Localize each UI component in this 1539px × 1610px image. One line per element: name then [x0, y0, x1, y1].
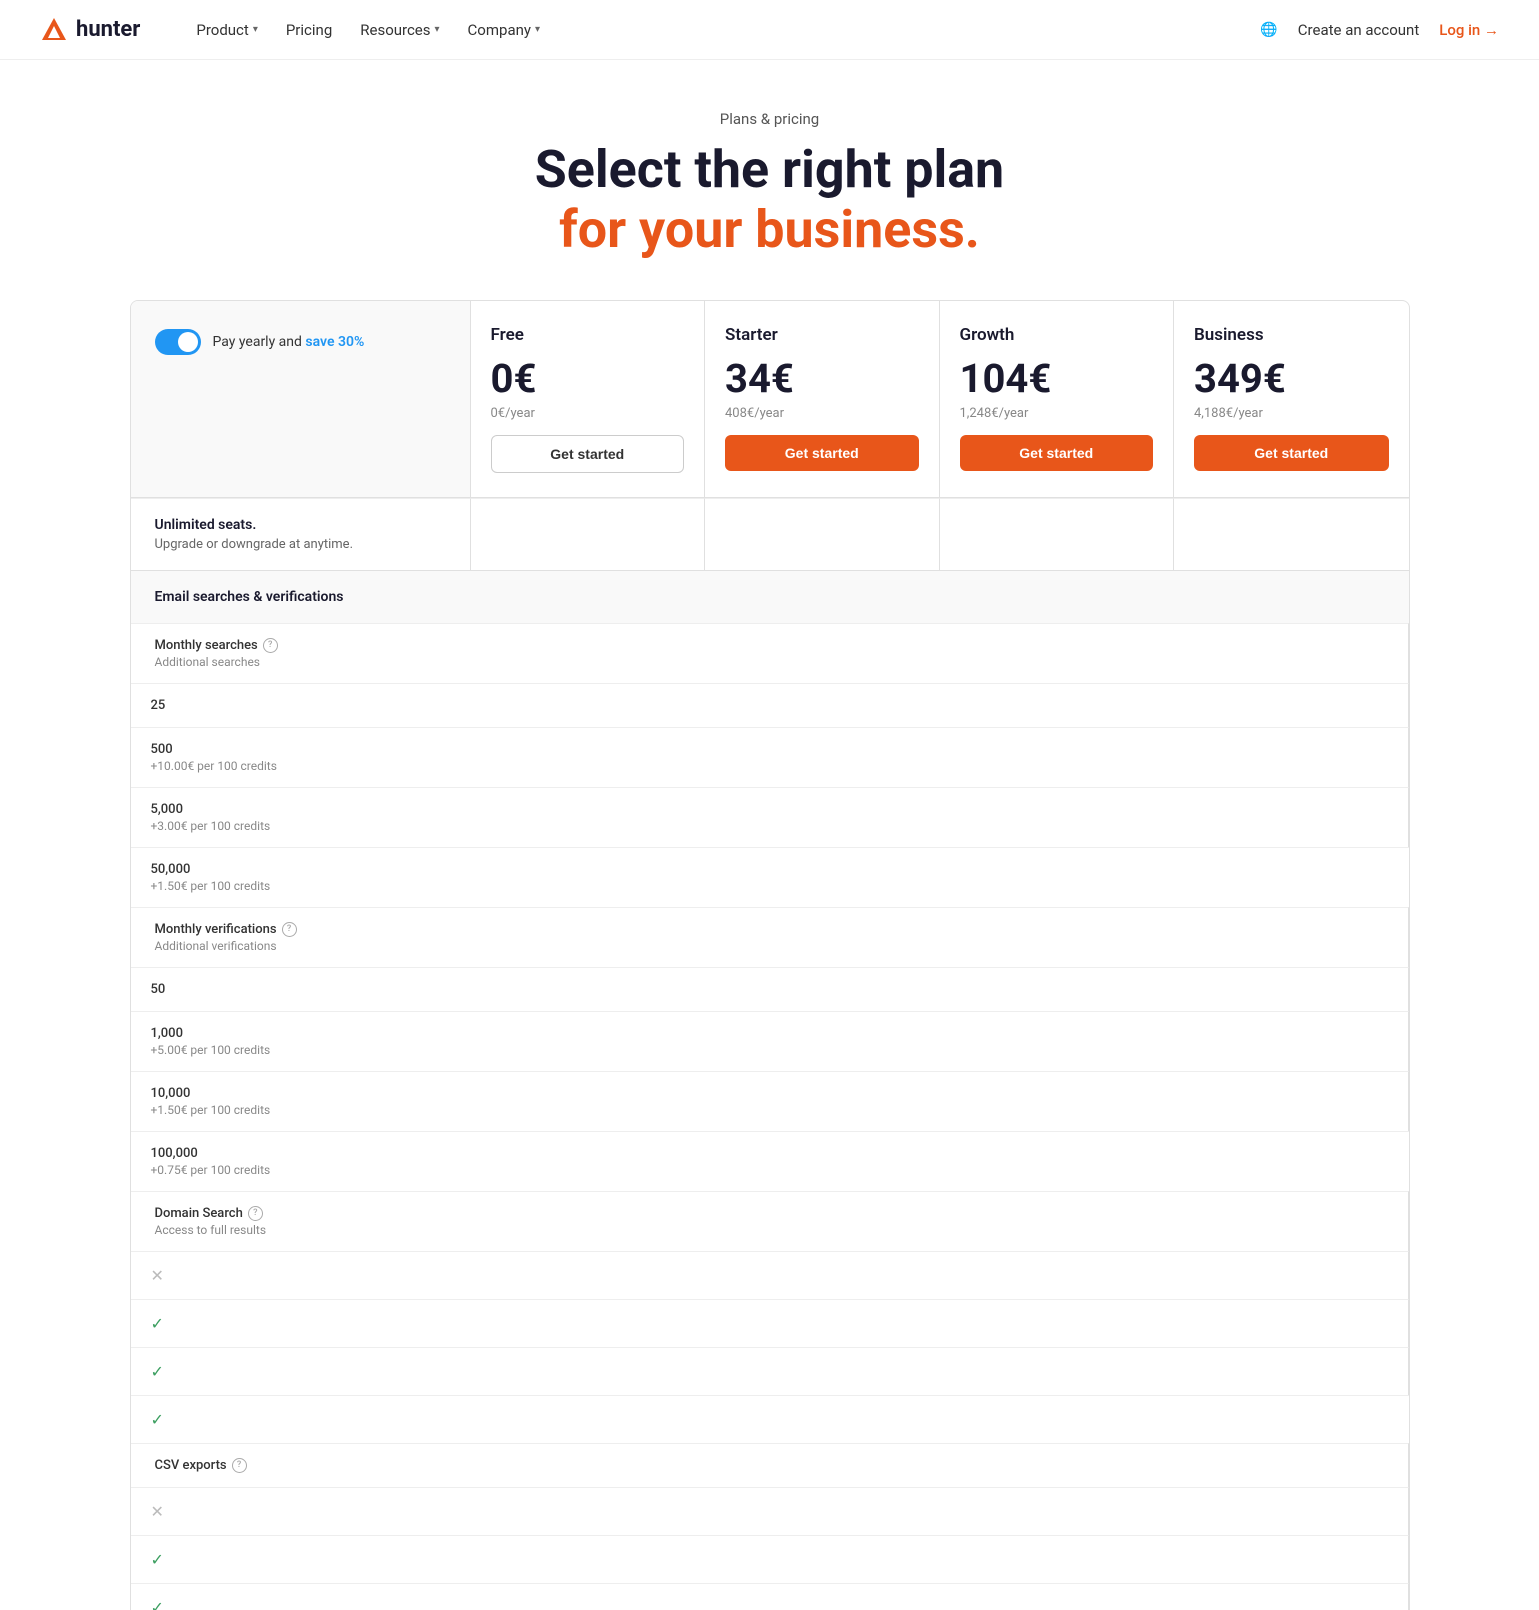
nav-pricing[interactable]: Pricing [286, 21, 332, 39]
check-icon-domain-growth: ✓ [151, 1362, 1388, 1381]
nav-right: 🌐 Create an account Log in → [1260, 21, 1499, 39]
unlimited-label: Unlimited seats. [155, 517, 446, 533]
resources-chevron-icon: ▾ [435, 24, 440, 35]
hero-title-line1: Select the right plan [535, 139, 1004, 200]
upgrade-label: Upgrade or downgrade at anytime. [155, 537, 446, 552]
nav-product[interactable]: Product ▾ [196, 21, 257, 39]
plan-year-free: 0€/year [491, 406, 685, 421]
plan-name-growth: Growth [960, 325, 1154, 345]
verifications-val-starter: 1,000 +5.00€ per 100 credits [131, 1011, 1409, 1071]
info-icon-domain[interactable]: ? [248, 1206, 263, 1221]
unlimited-starter [705, 498, 940, 570]
plan-year-starter: 408€/year [725, 406, 919, 421]
searches-val-growth: 5,000 +3.00€ per 100 credits [131, 787, 1409, 847]
hero-title: Select the right plan for your business. [20, 140, 1519, 260]
unlimited-growth [940, 498, 1175, 570]
unlimited-col: Unlimited seats. Upgrade or downgrade at… [131, 498, 471, 570]
check-icon-domain-business: ✓ [151, 1410, 1389, 1429]
toggle-slider [155, 329, 201, 355]
pricing-section: Pay yearly and save 30% Free 0€ 0€/year … [70, 300, 1470, 1610]
feature-label-csv: CSV exports ? [131, 1443, 1409, 1487]
plan-year-growth: 1,248€/year [960, 406, 1154, 421]
plan-col-business: Business 349€ 4,188€/year Get started [1174, 301, 1409, 498]
searches-val-free: 25 [131, 683, 1409, 727]
pricing-table: Pay yearly and save 30% Free 0€ 0€/year … [130, 300, 1410, 1610]
info-icon-searches[interactable]: ? [263, 638, 278, 653]
logo[interactable]: hunter [40, 16, 140, 44]
domain-val-free: ✕ [131, 1251, 1409, 1299]
section-header-searches: Email searches & verifications [131, 570, 1409, 623]
plan-col-starter: Starter 34€ 408€/year Get started [705, 301, 940, 498]
domain-val-growth: ✓ [131, 1347, 1409, 1395]
toggle-label: Pay yearly and save 30% [213, 334, 365, 350]
plan-name-business: Business [1194, 325, 1389, 345]
info-icon-verifications[interactable]: ? [282, 922, 297, 937]
info-icon-csv[interactable]: ? [232, 1458, 247, 1473]
verifications-val-growth: 10,000 +1.50€ per 100 credits [131, 1071, 1409, 1131]
csv-val-growth: ✓ [131, 1583, 1409, 1610]
cross-icon-domain-free: ✕ [151, 1266, 1388, 1285]
verifications-val-free: 50 [131, 967, 1409, 1011]
plan-col-free: Free 0€ 0€/year Get started [471, 301, 706, 498]
create-account-link[interactable]: Create an account [1298, 21, 1419, 39]
plan-price-business: 349€ [1194, 355, 1389, 402]
verifications-sub-label: Additional verifications [155, 939, 1384, 953]
nav-resources[interactable]: Resources ▾ [360, 21, 439, 39]
domain-val-business: ✓ [131, 1395, 1409, 1443]
cta-free[interactable]: Get started [491, 435, 685, 473]
product-chevron-icon: ▾ [253, 24, 258, 35]
check-icon-domain-starter: ✓ [151, 1314, 1388, 1333]
feature-label-searches: Monthly searches ? Additional searches [131, 623, 1409, 683]
searches-sub-label: Additional searches [155, 655, 1384, 669]
plan-price-starter: 34€ [725, 355, 919, 402]
plan-name-starter: Starter [725, 325, 919, 345]
plan-col-growth: Growth 104€ 1,248€/year Get started [940, 301, 1175, 498]
cross-icon-csv-free: ✕ [151, 1502, 1388, 1521]
toggle-row: Pay yearly and save 30% [155, 329, 446, 355]
cta-growth[interactable]: Get started [960, 435, 1154, 471]
billing-toggle-col: Pay yearly and save 30% [131, 301, 471, 498]
yearly-toggle[interactable] [155, 329, 201, 355]
nav-links: Product ▾ Pricing Resources ▾ Company ▾ [196, 21, 540, 39]
company-chevron-icon: ▾ [535, 24, 540, 35]
feature-label-domain: Domain Search ? Access to full results [131, 1191, 1409, 1251]
unlimited-free [471, 498, 706, 570]
hunter-logo-icon [40, 16, 68, 44]
searches-val-starter: 500 +10.00€ per 100 credits [131, 727, 1409, 787]
searches-val-business: 50,000 +1.50€ per 100 credits [131, 847, 1409, 907]
navbar: hunter Product ▾ Pricing Resources ▾ Com… [0, 0, 1539, 60]
plan-name-free: Free [491, 325, 685, 345]
hero-section: Plans & pricing Select the right plan fo… [0, 60, 1539, 300]
domain-val-starter: ✓ [131, 1299, 1409, 1347]
cta-business[interactable]: Get started [1194, 435, 1389, 471]
csv-val-starter: ✓ [131, 1535, 1409, 1583]
domain-sub-label: Access to full results [155, 1223, 1384, 1237]
cta-starter[interactable]: Get started [725, 435, 919, 471]
login-link[interactable]: Log in → [1439, 21, 1499, 39]
nav-left: hunter Product ▾ Pricing Resources ▾ Com… [40, 16, 540, 44]
hero-subtitle: Plans & pricing [20, 110, 1519, 128]
pricing-header-row: Pay yearly and save 30% Free 0€ 0€/year … [131, 301, 1409, 498]
save-badge: save 30% [305, 334, 364, 350]
csv-val-free: ✕ [131, 1487, 1409, 1535]
feature-label-verifications: Monthly verifications ? Additional verif… [131, 907, 1409, 967]
logo-text: hunter [76, 17, 140, 42]
plan-price-free: 0€ [491, 355, 685, 402]
check-icon-csv-starter: ✓ [151, 1550, 1388, 1569]
plan-year-business: 4,188€/year [1194, 406, 1389, 421]
globe-icon[interactable]: 🌐 [1260, 22, 1277, 38]
nav-company[interactable]: Company ▾ [468, 21, 540, 39]
check-icon-csv-growth: ✓ [151, 1598, 1388, 1610]
unlimited-business [1174, 498, 1409, 570]
verifications-val-business: 100,000 +0.75€ per 100 credits [131, 1131, 1409, 1191]
hero-title-line2: for your business. [559, 199, 980, 260]
plan-price-growth: 104€ [960, 355, 1154, 402]
unlimited-row: Unlimited seats. Upgrade or downgrade at… [131, 498, 1409, 570]
